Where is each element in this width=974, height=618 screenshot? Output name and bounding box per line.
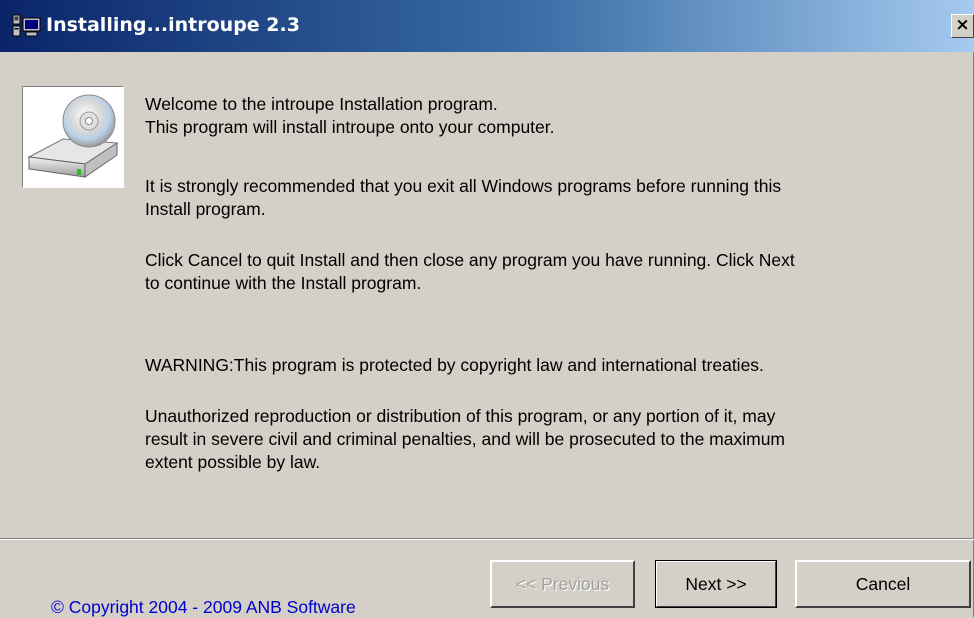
- next-button[interactable]: Next >>: [655, 560, 777, 608]
- unauthorized-line-1: Unauthorized reproduction or distributio…: [145, 406, 776, 426]
- welcome-line-1: Welcome to the introupe Installation pro…: [145, 94, 498, 114]
- installer-dialog: Installing...introupe 2.3 × Welcome to t…: [0, 0, 974, 617]
- installer-computer-icon: [12, 14, 42, 38]
- previous-button[interactable]: << Previous: [490, 560, 635, 608]
- recommend-line-2: Install program.: [145, 199, 266, 219]
- cancel-instruction-line-2: to continue with the Install program.: [145, 273, 422, 293]
- recommend-line-1: It is strongly recommended that you exit…: [145, 176, 782, 196]
- cancel-instruction-line-1: Click Cancel to quit Install and then cl…: [145, 250, 795, 270]
- window-title: Installing...introupe 2.3: [46, 14, 300, 36]
- title-bar[interactable]: Installing...introupe 2.3 ×: [0, 0, 974, 52]
- cancel-button[interactable]: Cancel: [795, 560, 971, 608]
- footer-divider: [0, 538, 974, 540]
- unauthorized-line-2: result in severe civil and criminal pena…: [145, 429, 786, 449]
- close-button[interactable]: ×: [951, 14, 974, 38]
- cd-drive-icon: [22, 86, 124, 188]
- welcome-line-2: This program will install introupe onto …: [145, 117, 555, 137]
- copyright-text: © Copyright 2004 - 2009 ANB Software: [51, 597, 356, 617]
- warning-text: WARNING:This program is protected by cop…: [145, 355, 764, 375]
- unauthorized-line-3: extent possible by law.: [145, 452, 321, 472]
